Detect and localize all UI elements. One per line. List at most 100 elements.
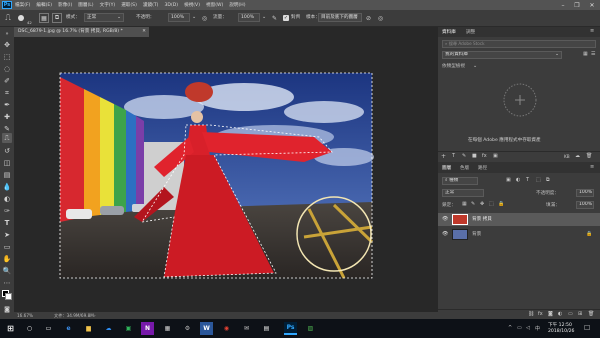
layer-name[interactable]: 背景 [472,231,481,237]
image-viewer-icon[interactable]: ▨ [304,322,317,335]
layer-style-icon[interactable]: fx [482,153,487,159]
clone-stamp-icon[interactable]: ⎍ [3,13,13,23]
chevron-down-icon[interactable]: ⌄ [473,63,477,69]
more-tools-icon[interactable]: ⋯ [2,278,12,288]
group-icon[interactable]: ▭ [568,311,573,317]
quick-select-tool-icon[interactable]: ✐ [2,76,12,86]
brush-panel-icon[interactable]: ▦ [39,13,49,23]
collapse-icon[interactable]: » [2,29,12,39]
history-brush-tool-icon[interactable]: ↺ [2,146,12,156]
pixel-filter-icon[interactable]: ▣ [506,177,511,183]
rectangle-tool-icon[interactable]: ▭ [2,242,12,252]
sample-select[interactable]: 目前及底下的圖層 [318,13,362,22]
move-tool-icon[interactable]: ✥ [2,40,12,50]
tray-up-icon[interactable]: ^ [508,325,512,331]
layer-mask-icon[interactable]: ◙ [548,311,553,317]
menu-filter[interactable]: 濾鏡(T) [143,2,159,8]
lock-all-icon[interactable]: 🔒 [498,201,504,207]
volume-icon[interactable]: ◁ [526,325,530,331]
fill-field[interactable]: 100% [576,201,594,209]
menu-3d[interactable]: 3D(D) [164,3,178,8]
lock-position-icon[interactable]: ✥ [480,201,484,207]
document-canvas[interactable] [14,37,438,312]
minimize-icon[interactable]: – [556,0,570,10]
menu-window[interactable]: 視窗(W) [206,2,223,8]
lock-artboard-icon[interactable]: ⬚ [489,201,494,207]
layer-name[interactable]: 背景 拷貝 [472,216,492,222]
layer-row[interactable]: 👁 背景 拷貝 [438,213,600,226]
zoom-tool-icon[interactable]: 🔍 [2,266,12,276]
zoom-level[interactable]: 16.67% [17,312,33,319]
word-icon[interactable]: W [200,322,213,335]
windows-start-icon[interactable]: ⊞ [4,322,17,335]
menu-layer[interactable]: 圖層(L) [78,2,93,8]
layer-opacity-field[interactable]: 100% [576,189,594,197]
menu-select[interactable]: 選取(S) [121,2,137,8]
lock-transparency-icon[interactable]: ▦ [462,201,467,207]
tab-layers[interactable]: 圖層 [442,165,451,171]
clock-time[interactable]: 下午 12:50 [548,322,572,328]
maximize-icon[interactable]: ❐ [570,0,584,10]
language-icon[interactable]: 中 [535,325,540,332]
tab-channels[interactable]: 色版 [460,165,469,171]
eraser-tool-icon[interactable]: ◫ [2,158,12,168]
shape-filter-icon[interactable]: ⬚ [536,177,541,183]
tab-paths[interactable]: 路徑 [478,165,487,171]
document-tab[interactable]: DSC_6879-1.jpg @ 16.7% (背景 拷貝, RGB/8) * … [14,27,149,37]
dodge-tool-icon[interactable]: ◐ [2,194,12,204]
layer-style-icon[interactable]: fx [538,311,543,317]
trash-icon[interactable]: 🗑 [588,311,594,317]
blur-tool-icon[interactable]: 💧 [2,182,12,192]
ignore-adjustment-icon[interactable]: ⊘ [364,13,373,23]
chevron-down-icon[interactable]: ⌄ [262,14,266,20]
view-by-type[interactable]: 依類型檢視 [442,63,465,69]
tab-libraries[interactable]: 資料庫 [442,29,456,35]
add-asset-icon[interactable] [502,82,538,118]
type-filter-icon[interactable]: T [526,177,529,183]
chevron-down-icon[interactable]: ⌄ [192,14,196,20]
list-view-icon[interactable]: ☰ [591,51,595,57]
app-window-icon[interactable]: ▤ [260,322,273,335]
layer-kind-filter[interactable]: ⌕ 種類 [442,177,478,185]
task-view-icon[interactable]: ▭ [42,322,55,335]
hand-tool-icon[interactable]: ✋ [2,254,12,264]
text-icon[interactable]: T [452,153,455,159]
gradient-tool-icon[interactable]: ▤ [2,170,12,180]
lock-pixels-icon[interactable]: ✎ [471,201,475,207]
eye-icon[interactable]: 👁 [442,231,448,237]
pressure-opacity-icon[interactable]: ◎ [200,13,209,23]
adjustment-layer-icon[interactable]: ◐ [558,311,562,317]
menu-view[interactable]: 檢視(V) [184,2,200,8]
flow-field[interactable]: 100% [238,13,260,22]
color-swatch-icon[interactable]: ■ [472,153,477,159]
pressure-size-icon[interactable]: ◎ [376,13,385,23]
clone-source-icon[interactable]: ⧉ [52,13,62,23]
menu-file[interactable]: 檔案(F) [15,2,30,8]
calculator-icon[interactable]: ▦ [161,322,174,335]
canvas-area[interactable] [14,37,438,312]
panel-menu-icon[interactable]: ≡ [590,28,594,34]
onedrive-icon[interactable]: ☁ [102,322,115,335]
grid-view-icon[interactable]: ▦ [583,51,588,57]
file-info[interactable]: 文件：34.9M/69.8M [54,312,94,319]
panel-menu-icon[interactable]: ≡ [590,164,594,170]
opacity-field[interactable]: 100% [168,13,190,22]
edge-icon[interactable]: e [62,322,75,335]
network-icon[interactable]: ▭ [517,325,522,331]
marquee-tool-icon[interactable]: ⬚ [2,52,12,62]
photoshop-taskbar-icon[interactable]: Ps [284,322,297,335]
healing-brush-tool-icon[interactable]: ✚ [2,112,12,122]
blend-mode-select[interactable]: 正常 [442,189,484,197]
tab-adjustments[interactable]: 調整 [466,29,475,35]
library-select[interactable]: 我的資料庫 ⌄ [442,51,562,59]
file-explorer-icon[interactable]: ▆ [82,322,95,335]
settings-icon[interactable]: ⚙ [181,322,194,335]
smart-object-filter-icon[interactable]: ⧉ [546,177,550,183]
brush-icon[interactable]: ✎ [462,153,466,159]
brush-preset-picker[interactable] [16,12,26,24]
menu-type[interactable]: 文字(Y) [100,2,116,8]
stock-search-input[interactable]: ⌕ 搜尋 Adobe Stock [442,40,596,48]
layer-row[interactable]: 👁 背景 🔒 [438,228,600,241]
clone-stamp-tool-icon[interactable]: ⎍ [2,133,12,143]
path-select-tool-icon[interactable]: ➤ [2,230,12,240]
